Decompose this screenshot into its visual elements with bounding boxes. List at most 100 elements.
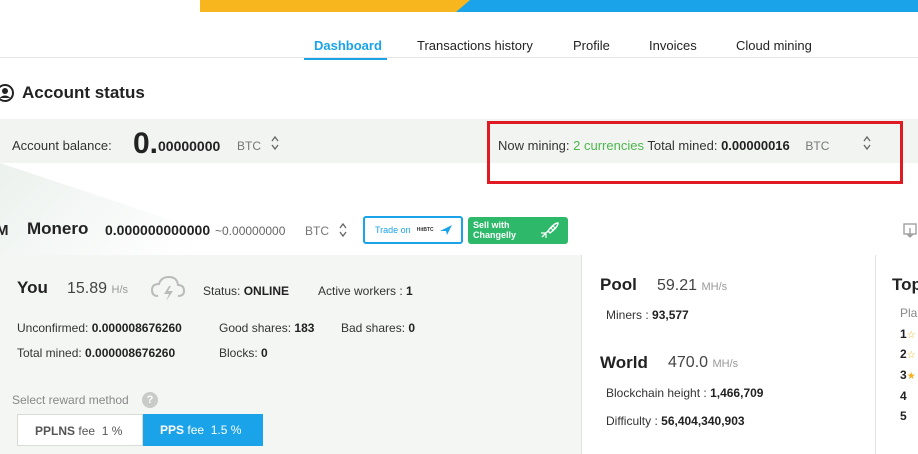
blocks-value: 0 bbox=[261, 346, 268, 360]
pplns-fee: 1 % bbox=[101, 424, 123, 438]
help-icon[interactable]: ? bbox=[142, 392, 158, 408]
good-value: 183 bbox=[294, 321, 315, 335]
trade-on-hitbtc-button[interactable]: Trade on HitBTC bbox=[363, 216, 463, 244]
miners-value: 93,577 bbox=[652, 308, 689, 322]
balance-integer: 0. bbox=[133, 127, 159, 160]
monero-row: M Monero 0.000000000000 ~0.00000000 BTC … bbox=[0, 215, 918, 245]
pool-rate-value: 59.21 bbox=[657, 277, 698, 294]
unconfirmed-value: 0.000008676260 bbox=[91, 321, 182, 335]
miners-label: Miners : bbox=[606, 308, 649, 322]
tab-cloud-mining[interactable]: Cloud mining bbox=[736, 38, 812, 53]
star-icon: ☆ bbox=[906, 330, 916, 341]
panel-divider bbox=[581, 255, 582, 454]
coin-approx-btc: ~0.00000000 bbox=[215, 224, 286, 238]
nav-divider bbox=[0, 57, 918, 58]
tab-transactions-history[interactable]: Transactions history bbox=[417, 38, 533, 53]
blocks-label: Blocks: bbox=[219, 346, 258, 360]
rank-2: 2☆ bbox=[900, 347, 916, 361]
pplns-name: PPLNS bbox=[35, 424, 76, 438]
you-rate-value: 15.89 bbox=[67, 280, 108, 297]
rank-3: 3★ bbox=[900, 368, 916, 382]
world-title: World bbox=[600, 353, 648, 372]
star-icon: ★ bbox=[906, 371, 916, 382]
pps-fee-label: fee bbox=[187, 423, 205, 437]
difficulty-label: Difficulty : bbox=[606, 414, 658, 428]
monero-icon: M bbox=[0, 222, 9, 239]
status: Status: ONLINE bbox=[203, 284, 289, 298]
height-value: 1,466,709 bbox=[710, 386, 764, 400]
status-value: ONLINE bbox=[243, 284, 290, 298]
pps-name: PPS bbox=[160, 423, 185, 437]
pplns-fee-label: fee bbox=[78, 424, 96, 438]
bad-value: 0 bbox=[408, 321, 416, 335]
balance-currency: BTC bbox=[237, 139, 261, 153]
tab-dashboard[interactable]: Dashboard bbox=[314, 38, 382, 53]
difficulty: Difficulty : 56,404,340,903 bbox=[606, 414, 745, 428]
pps-fee: 1.5 % bbox=[210, 423, 242, 437]
you-hashrate: 15.89 H/s bbox=[67, 280, 128, 298]
star-icon: ☆ bbox=[906, 350, 916, 361]
coin-sort-icon[interactable] bbox=[338, 221, 348, 239]
top-subtitle: Pla bbox=[900, 306, 918, 320]
rank-number: 2 bbox=[900, 347, 907, 361]
panel-divider-2 bbox=[875, 255, 876, 454]
coin-currency: BTC bbox=[305, 224, 329, 238]
user-circle-icon bbox=[0, 84, 14, 102]
coin-balance: 0.000000000000 bbox=[105, 222, 211, 238]
you-rate-unit: H/s bbox=[111, 284, 129, 296]
pplns-option[interactable]: PPLNS fee 1 % bbox=[17, 414, 143, 446]
background-decoration bbox=[0, 163, 300, 263]
you-total-value: 0.000008676260 bbox=[85, 346, 176, 360]
bad-label: Bad shares: bbox=[341, 321, 406, 335]
sell-with-changelly-button[interactable]: Sell with Changelly bbox=[468, 217, 568, 244]
pool-rate-unit: MH/s bbox=[701, 281, 728, 293]
workers-label: Active workers : bbox=[318, 284, 403, 298]
rank-number: 1 bbox=[900, 327, 907, 341]
reward-method-label: Select reward method bbox=[12, 393, 129, 407]
pps-option[interactable]: PPS fee 1.5 % bbox=[143, 414, 263, 446]
you-title: You bbox=[17, 278, 48, 297]
unconfirmed: Unconfirmed: 0.000008676260 bbox=[17, 321, 182, 335]
height-label: Blockchain height : bbox=[606, 386, 707, 400]
rank-5: 5 bbox=[900, 409, 907, 423]
rank-1: 1☆ bbox=[900, 327, 916, 341]
balance-label: Account balance: bbox=[12, 138, 112, 153]
status-label: Status: bbox=[203, 284, 241, 298]
coin-name: Monero bbox=[27, 219, 89, 238]
rank-4: 4 bbox=[900, 389, 907, 403]
bird-icon bbox=[439, 225, 452, 235]
rank-number: 3 bbox=[900, 368, 907, 382]
difficulty-value: 56,404,340,903 bbox=[661, 414, 745, 428]
banner-yellow bbox=[200, 0, 470, 12]
you-total-mined: Total mined: 0.000008676260 bbox=[17, 346, 175, 360]
download-icon[interactable] bbox=[902, 222, 918, 240]
hitbtc-logo: HitBTC bbox=[416, 227, 434, 233]
unconfirmed-label: Unconfirmed: bbox=[17, 321, 89, 335]
miners: Miners : 93,577 bbox=[606, 308, 689, 322]
tab-profile[interactable]: Profile bbox=[573, 38, 610, 53]
blocks: Blocks: 0 bbox=[219, 346, 268, 360]
cloud-lightning-icon bbox=[150, 275, 186, 301]
active-workers: Active workers : 1 bbox=[318, 284, 413, 298]
bad-shares: Bad shares: 0 bbox=[341, 321, 415, 335]
tab-invoices[interactable]: Invoices bbox=[649, 38, 697, 53]
top-banner bbox=[200, 0, 918, 12]
pool-title: Pool bbox=[600, 275, 637, 294]
world-rate-value: 470.0 bbox=[668, 354, 709, 371]
you-total-label: Total mined: bbox=[17, 346, 82, 360]
main-nav: Dashboard Transactions history Profile I… bbox=[0, 38, 918, 60]
blockchain-height: Blockchain height : 1,466,709 bbox=[606, 386, 763, 400]
workers-value: 1 bbox=[406, 284, 413, 298]
top-title: Top bbox=[892, 275, 918, 294]
page-title: Account status bbox=[22, 83, 145, 102]
trade-label: Trade on bbox=[375, 225, 411, 235]
banner-blue bbox=[456, 0, 918, 12]
balance-sort-icon[interactable] bbox=[270, 134, 280, 152]
world-hashrate: 470.0 MH/s bbox=[668, 354, 738, 372]
pool-hashrate: 59.21 MH/s bbox=[657, 277, 727, 295]
rocket-icon bbox=[541, 222, 559, 238]
balance-decimals: 00000000 bbox=[158, 138, 221, 154]
good-shares: Good shares: 183 bbox=[219, 321, 314, 335]
good-label: Good shares: bbox=[219, 321, 292, 335]
world-rate-unit: MH/s bbox=[712, 358, 739, 370]
